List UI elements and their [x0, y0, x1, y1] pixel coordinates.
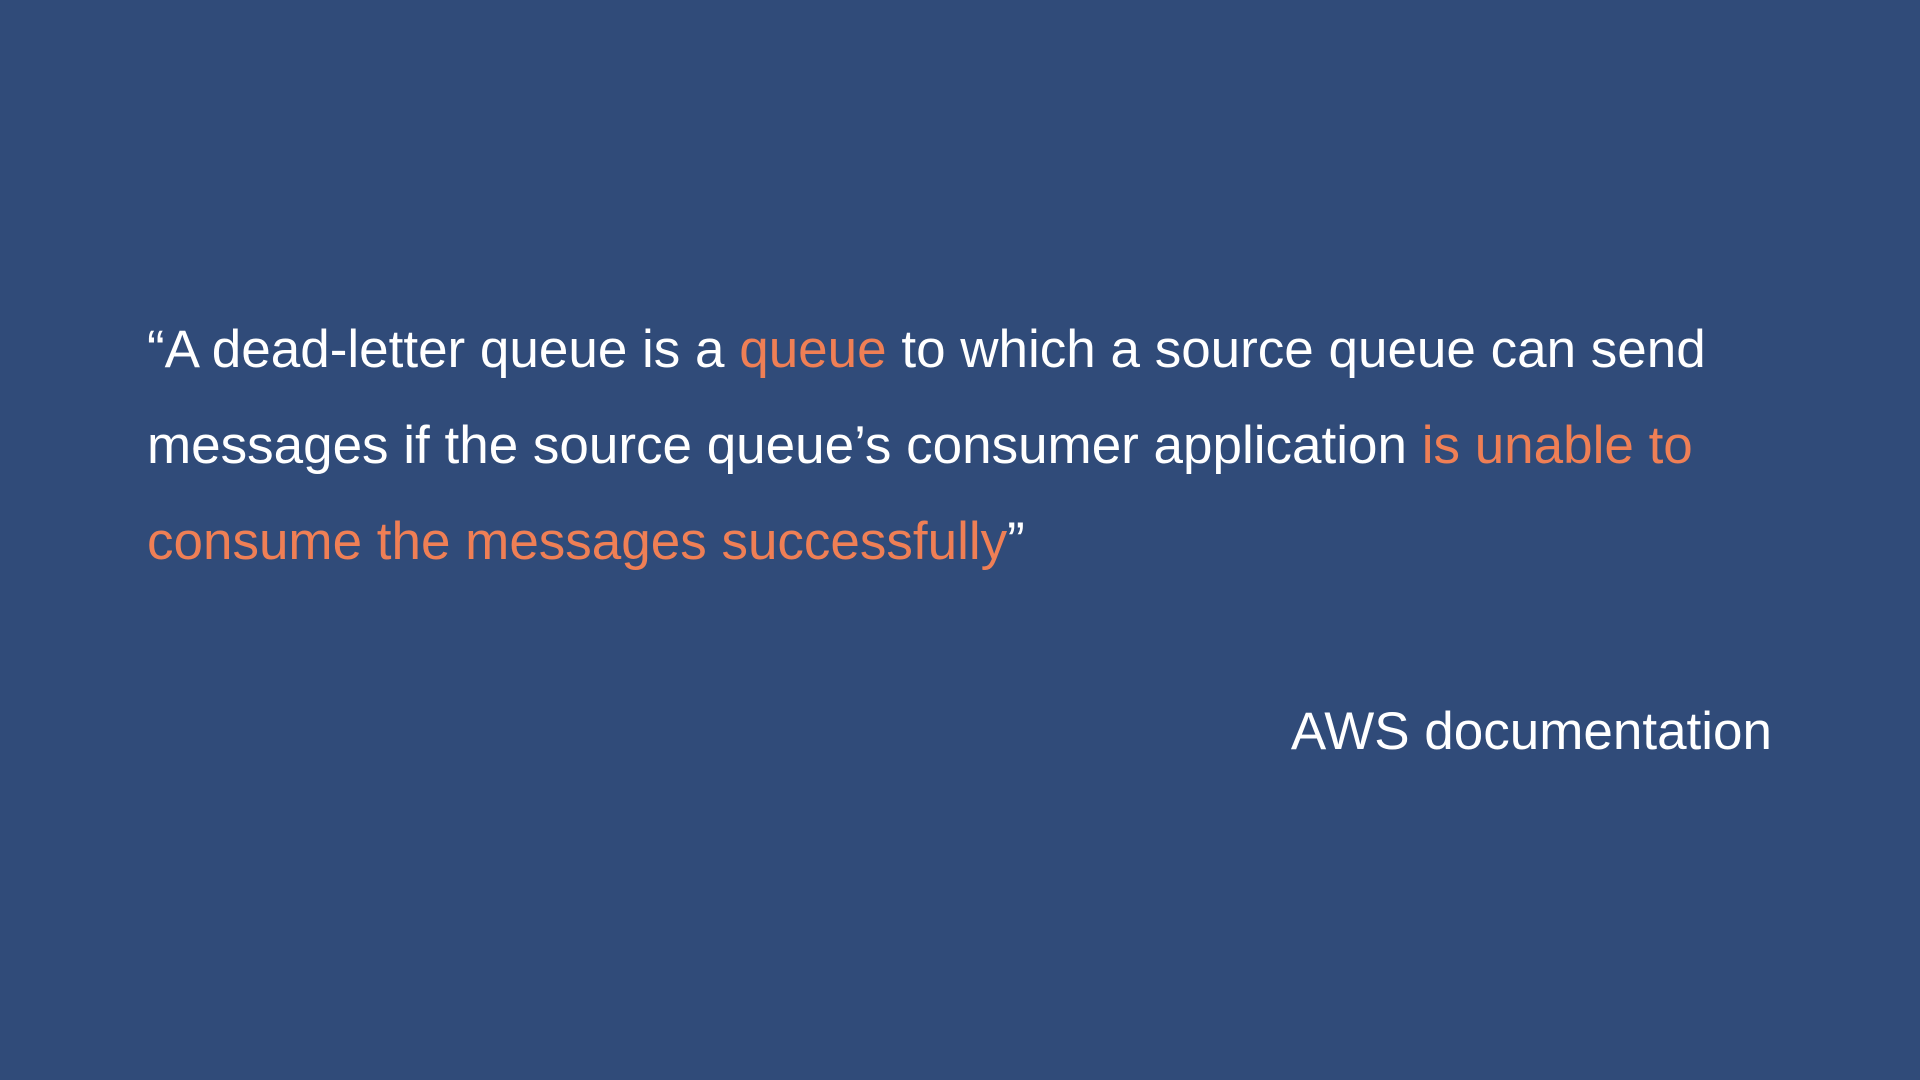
quote-close-mark: ”: [1007, 512, 1025, 571]
quote-attribution: AWS documentation: [1290, 702, 1772, 761]
quote-text: “A dead-letter queue is a queue to which…: [147, 302, 1867, 590]
quote-highlight-queue: queue: [739, 320, 887, 379]
quote-open-mark: “: [147, 320, 165, 379]
quote-part-1: A dead-letter queue is a: [164, 320, 740, 379]
slide: “A dead-letter queue is a queue to which…: [0, 0, 1920, 1080]
